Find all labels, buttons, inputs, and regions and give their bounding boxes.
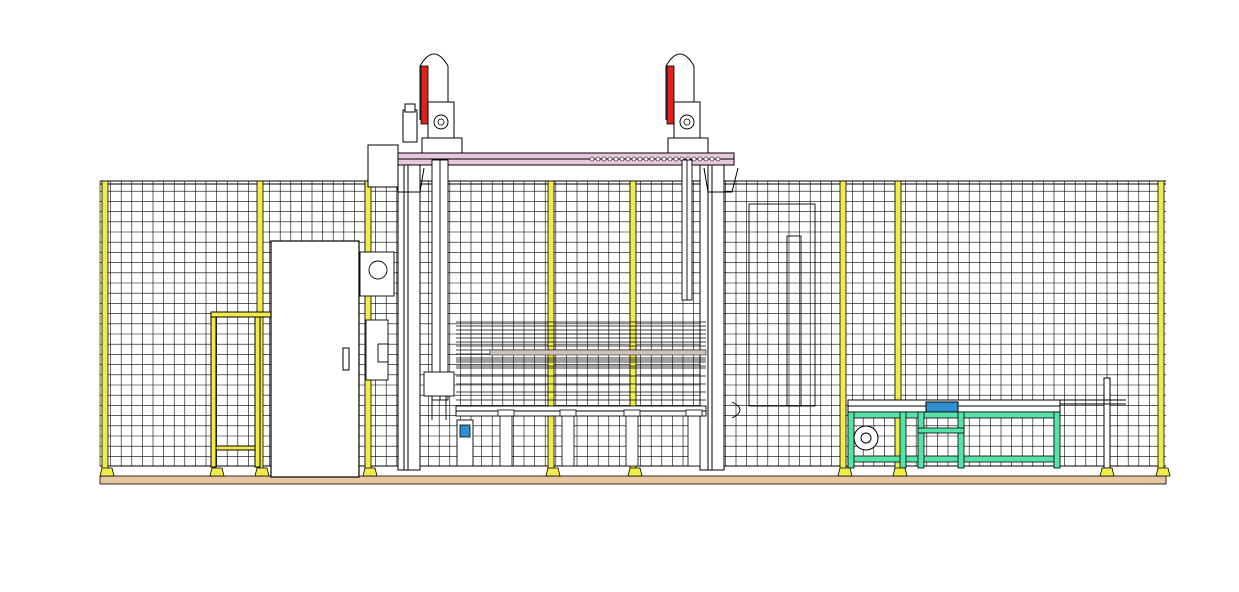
gear-motor-shaft (437, 118, 445, 126)
conveyor-leg (687, 415, 701, 467)
drag-chain-link (715, 156, 721, 162)
gear-motor-shaft (683, 118, 691, 126)
drag-chain-link (589, 156, 595, 162)
conveyor-leg (625, 415, 639, 467)
plate-stack (456, 321, 707, 401)
outfeed-frame (847, 411, 1061, 469)
right-cabinet (748, 203, 816, 407)
frame-top-rail (847, 411, 1061, 419)
leveling-foot (362, 467, 378, 477)
leveling-foot (837, 467, 853, 477)
conveyor-leg (561, 415, 575, 467)
control-cabinet (367, 144, 399, 188)
drag-chain-link (667, 156, 673, 162)
drag-chain-link (607, 156, 613, 162)
table-leg-left (210, 316, 217, 468)
leveling-foot (1155, 467, 1171, 477)
fence-post (101, 180, 109, 477)
floor (99, 475, 1167, 485)
table-brace (215, 445, 256, 451)
frame-leg (1053, 411, 1061, 469)
conveyor-leg-clamp (559, 409, 577, 417)
leveling-foot (545, 467, 561, 477)
frame-leg (917, 411, 925, 469)
carriage-plate (667, 137, 709, 154)
drag-chain-link (619, 156, 625, 162)
conveyor-leg-clamp (685, 409, 703, 417)
drag-chain-link (709, 156, 715, 162)
sensor-indicator (459, 424, 471, 438)
gear-motor-icon (402, 109, 418, 143)
gripper-head (423, 371, 455, 397)
motor-cap (404, 103, 416, 113)
drag-chain-link (643, 156, 649, 162)
drag-chain-link (691, 156, 697, 162)
table-top (210, 311, 272, 318)
conveyor-leg-clamp (623, 409, 641, 417)
leveling-foot (627, 467, 643, 477)
leveling-feet (99, 467, 1171, 477)
drag-chain-link (637, 156, 643, 162)
drag-chain-link (655, 156, 661, 162)
leveling-foot (99, 467, 115, 477)
fan-motor-hub (860, 432, 872, 444)
table-leg-right (254, 316, 261, 468)
shaded-plate (489, 349, 707, 356)
fence-post (839, 180, 847, 477)
door-handle-icon[interactable] (342, 347, 350, 371)
drag-chain-link (601, 156, 607, 162)
leveling-foot (209, 467, 225, 477)
outfeed-label-plate (925, 401, 959, 413)
drag-chain-link (697, 156, 703, 162)
frame-leg (847, 411, 855, 469)
drag-chain-link (649, 156, 655, 162)
conveyor-leg (499, 415, 513, 467)
fence-post (1157, 180, 1165, 477)
gantry-column-left (397, 164, 421, 471)
frame-brace (917, 427, 965, 434)
carriage-plate (421, 137, 463, 154)
leveling-foot (254, 467, 270, 477)
frame-bottom-rail (847, 455, 1061, 463)
frame-leg (899, 411, 907, 469)
outfeed-conveyor (847, 377, 1126, 469)
cad-elevation-drawing (99, 53, 1171, 485)
drag-chain-link (661, 156, 667, 162)
z-axis-assemblies (423, 159, 693, 420)
servo-wheel (368, 260, 388, 280)
drag-chain-link (613, 156, 619, 162)
cable-carrier-link (666, 65, 675, 125)
gantry-carriages (419, 53, 721, 162)
cabinet-frame (748, 203, 816, 407)
leveling-foot (1099, 467, 1115, 477)
valve-block (377, 343, 389, 363)
drag-chain-link (625, 156, 631, 162)
drag-chain-link (595, 156, 601, 162)
leveling-foot (892, 467, 908, 477)
drag-chain-link (631, 156, 637, 162)
drag-chain-link (703, 156, 709, 162)
conveyor-leg-clamp (497, 409, 515, 417)
access-door[interactable] (270, 240, 360, 478)
outfeed-guide-rail (1103, 377, 1111, 469)
fence-post (547, 180, 555, 477)
frame-leg (957, 411, 965, 469)
conveyor-legs (497, 409, 703, 467)
drag-chain-link (673, 156, 679, 162)
floor-slab (99, 475, 1167, 485)
cable-carrier-link (420, 65, 429, 125)
